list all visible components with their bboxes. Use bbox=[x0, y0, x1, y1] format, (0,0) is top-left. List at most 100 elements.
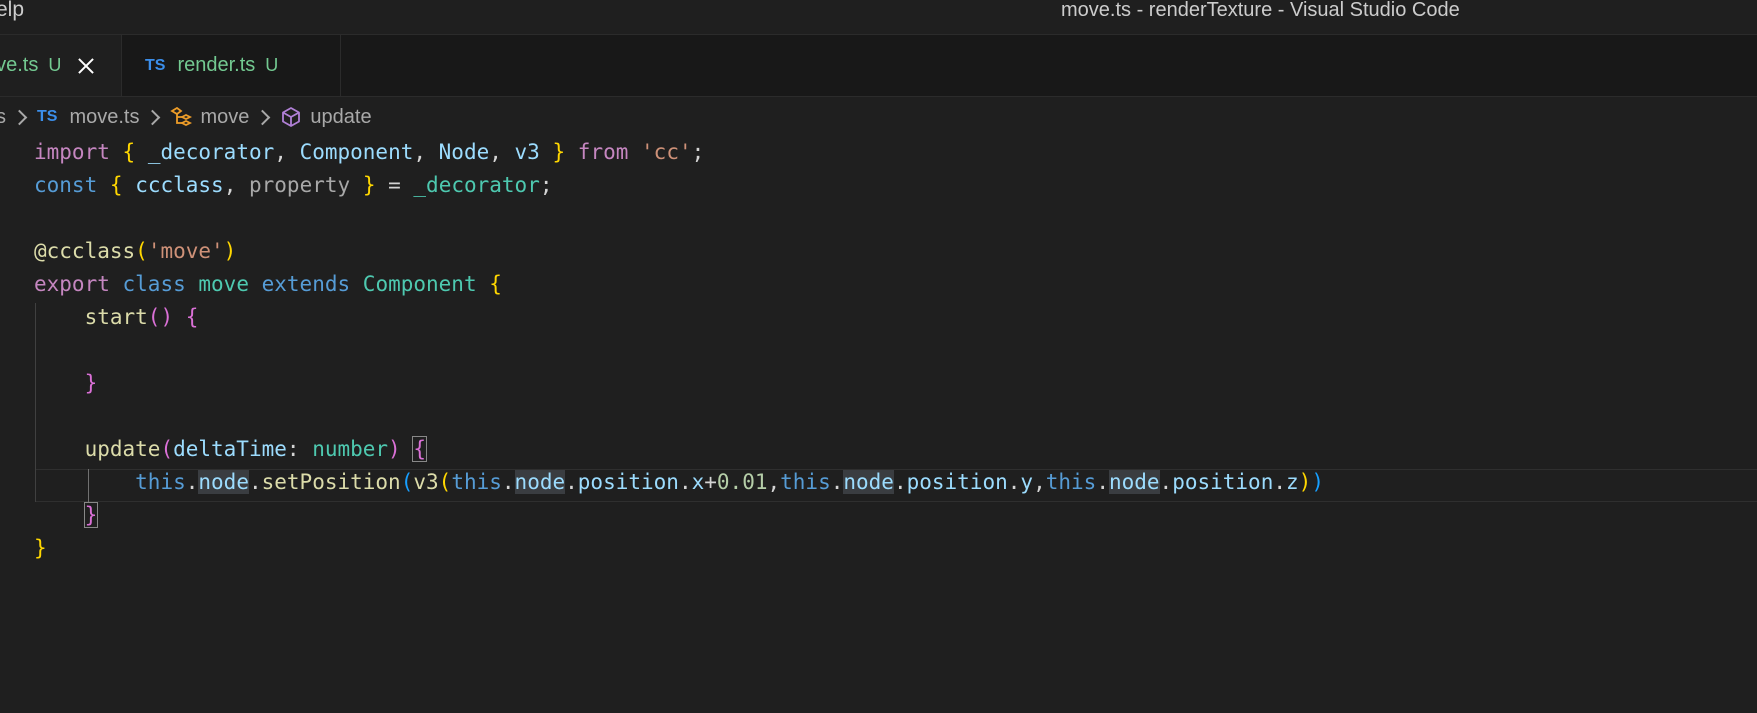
code-token: } bbox=[552, 140, 566, 164]
code-token: 'cc' bbox=[641, 140, 692, 164]
code-token: this bbox=[780, 470, 831, 494]
code-token: , bbox=[767, 470, 781, 494]
code-token: . bbox=[1273, 470, 1287, 494]
code-token: . bbox=[1096, 470, 1109, 494]
code-token: ( bbox=[135, 239, 148, 263]
breadcrumb-method[interactable]: update bbox=[310, 106, 371, 129]
code-token: Component bbox=[299, 140, 414, 164]
code-token: v3 bbox=[514, 140, 540, 164]
close-icon[interactable] bbox=[75, 55, 97, 77]
tab-label: ove.ts bbox=[0, 54, 39, 76]
code-token: x bbox=[691, 470, 705, 494]
code-token: + bbox=[704, 470, 717, 494]
code-line[interactable]: } bbox=[34, 499, 99, 532]
code-token: position bbox=[577, 470, 679, 494]
code-token: . bbox=[893, 470, 907, 494]
breadcrumb: s TS move.ts move update bbox=[0, 97, 1757, 137]
code-line[interactable]: export class move extends Component { bbox=[34, 268, 502, 301]
code-token: position bbox=[1172, 470, 1274, 494]
code-token: Component bbox=[362, 272, 477, 296]
code-token: . bbox=[1007, 470, 1021, 494]
code-token: ; bbox=[539, 173, 553, 197]
code-token: import bbox=[34, 140, 110, 164]
code-token: . bbox=[565, 470, 578, 494]
untracked-badge: U bbox=[265, 55, 279, 75]
code-token: deltaTime bbox=[173, 437, 287, 461]
code-token: . bbox=[678, 470, 692, 494]
code-token: export bbox=[34, 272, 110, 296]
code-token: v3 bbox=[413, 470, 439, 494]
code-token: z bbox=[1286, 470, 1299, 494]
code-token: { bbox=[412, 436, 427, 462]
code-token: node bbox=[514, 470, 566, 494]
code-token: { bbox=[122, 140, 136, 164]
code-token: . bbox=[830, 470, 844, 494]
code-line[interactable]: } bbox=[34, 367, 98, 400]
code-line[interactable]: start() { bbox=[34, 301, 199, 334]
code-token: y bbox=[1020, 470, 1034, 494]
code-token: , bbox=[413, 140, 439, 164]
code-editor[interactable]: import { _decorator, Component, Node, v3… bbox=[0, 136, 1757, 713]
tab-label: render.ts bbox=[177, 54, 256, 76]
code-line[interactable]: @ccclass('move') bbox=[34, 235, 236, 268]
code-token: = bbox=[375, 173, 414, 197]
code-token: { bbox=[489, 272, 502, 296]
code-token: } bbox=[34, 536, 47, 560]
code-token: this bbox=[451, 470, 502, 494]
code-token: ccclass bbox=[135, 173, 224, 197]
code-token: node bbox=[198, 470, 249, 494]
code-token: . bbox=[248, 470, 262, 494]
code-token: ) bbox=[388, 437, 401, 461]
tab-move-ts[interactable]: ove.ts U bbox=[0, 35, 122, 96]
window-title: move.ts - renderTexture - Visual Studio … bbox=[1061, 0, 1460, 21]
code-token: position bbox=[906, 470, 1008, 494]
code-token: update bbox=[84, 437, 161, 461]
ts-icon: TS bbox=[145, 56, 166, 74]
code-token: ; bbox=[691, 140, 705, 164]
code-token: extends bbox=[261, 272, 351, 296]
code-line[interactable]: update(deltaTime: number) { bbox=[34, 433, 427, 466]
menu-help[interactable]: elp bbox=[0, 0, 24, 22]
code-token: @ccclass bbox=[34, 239, 136, 263]
code-line[interactable]: import { _decorator, Component, Node, v3… bbox=[34, 136, 704, 169]
code-line[interactable]: } bbox=[34, 532, 47, 565]
title-bar: elp move.ts - renderTexture - Visual Stu… bbox=[0, 0, 1757, 35]
code-token: Node bbox=[438, 140, 490, 164]
code-token: _decorator bbox=[413, 173, 540, 197]
code-line[interactable]: const { ccclass, property } = _decorator… bbox=[34, 169, 553, 202]
code-token: . bbox=[185, 470, 199, 494]
code-token: this bbox=[135, 470, 186, 494]
breadcrumb-file[interactable]: move.ts bbox=[69, 106, 139, 129]
code-token: ) bbox=[1298, 470, 1312, 494]
code-line[interactable]: this.node.setPosition(v3(this.node.posit… bbox=[34, 466, 1324, 499]
code-token: } bbox=[83, 502, 99, 528]
code-token: { bbox=[185, 305, 199, 329]
method-symbol-icon bbox=[282, 107, 301, 127]
code-token: number bbox=[312, 437, 389, 461]
code-token: this bbox=[1045, 470, 1097, 494]
code-token: _decorator bbox=[147, 140, 275, 164]
breadcrumb-class[interactable]: move bbox=[200, 106, 249, 129]
code-token: property bbox=[249, 173, 351, 197]
code-token: node bbox=[1108, 470, 1160, 494]
breadcrumb-folder[interactable]: s bbox=[0, 106, 6, 129]
code-token: node bbox=[843, 470, 894, 494]
code-token: () bbox=[147, 305, 174, 329]
tab-render-ts[interactable]: TS render.ts U bbox=[123, 35, 341, 96]
